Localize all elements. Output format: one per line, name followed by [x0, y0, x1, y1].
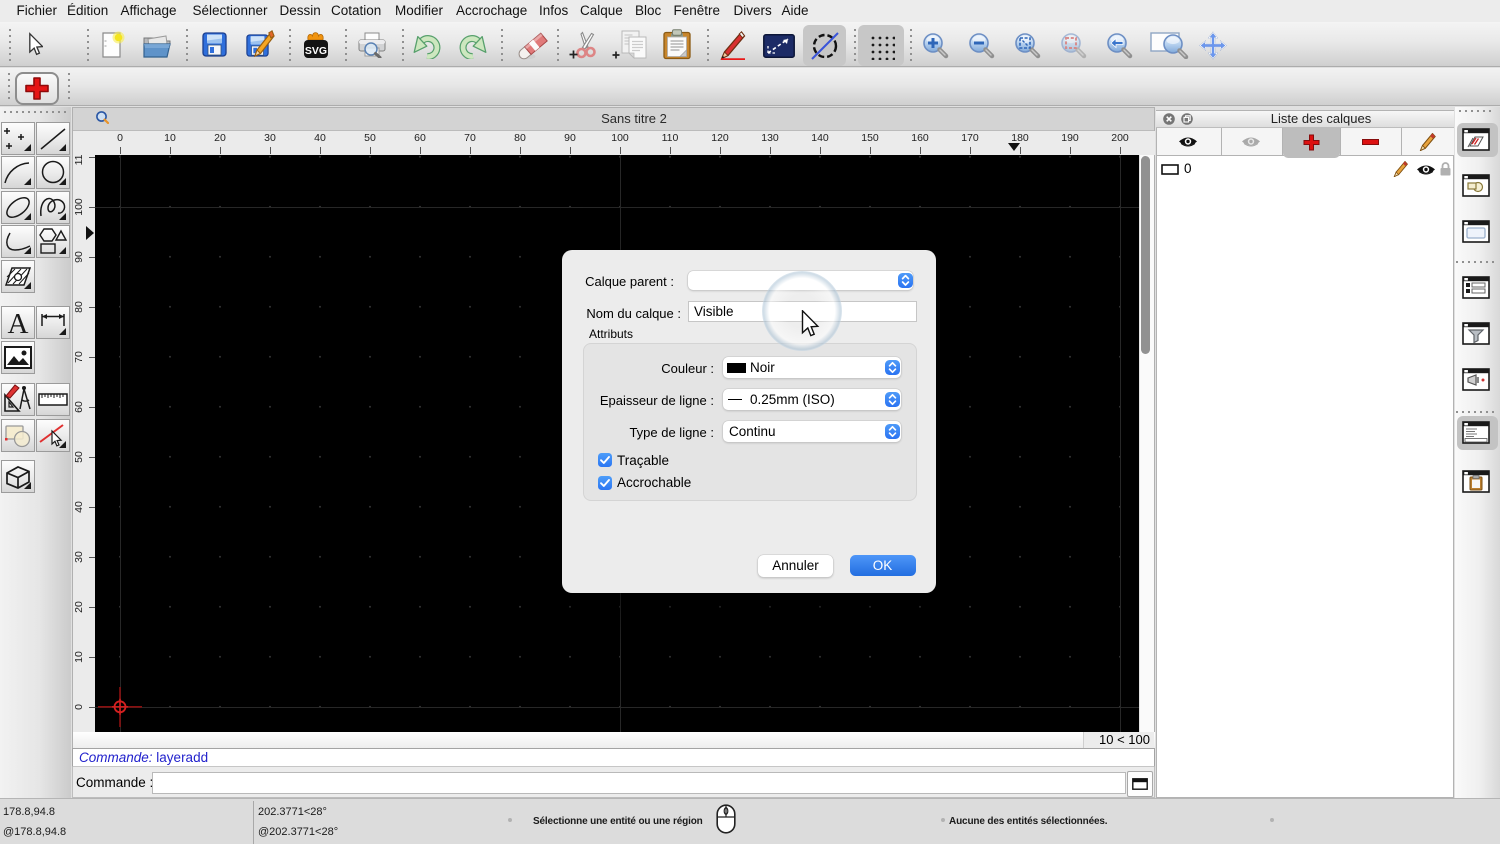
svg-text:SVG: SVG [305, 45, 327, 57]
svg-text:A: A [8, 308, 29, 339]
